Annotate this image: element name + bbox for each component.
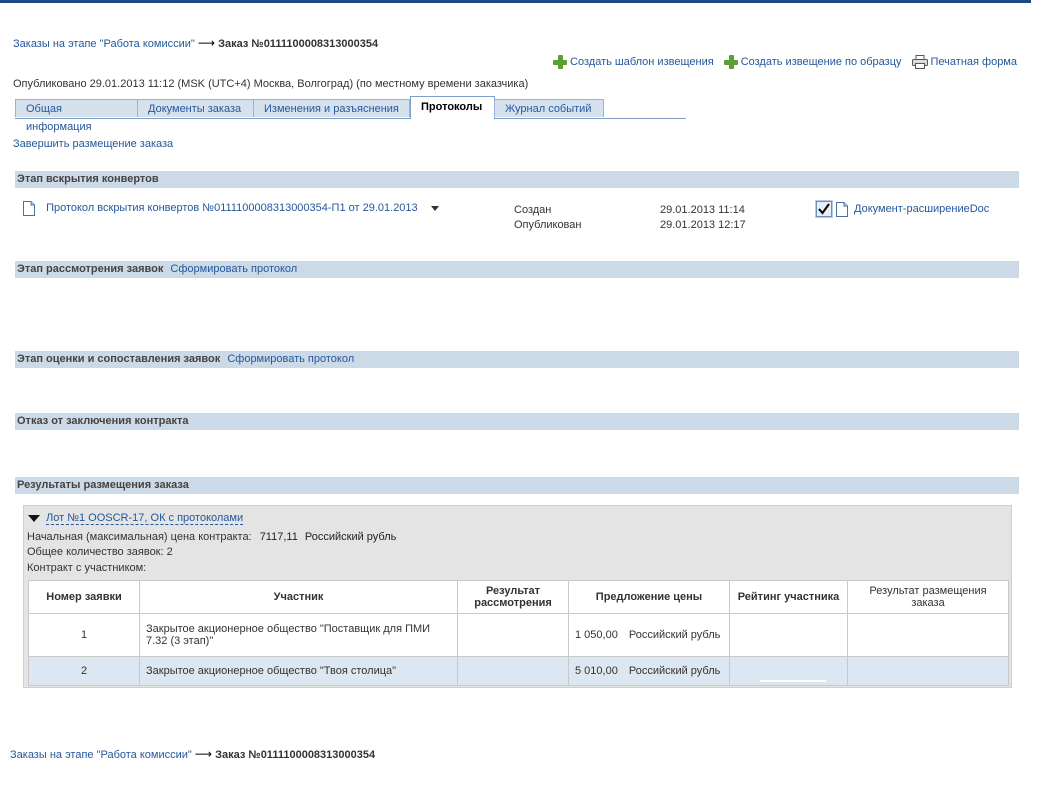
protocol-statuses: Создан Опубликован <box>514 203 581 233</box>
section-results: Результаты размещения заказа <box>15 477 1019 494</box>
date-published: 29.01.2013 12:17 <box>660 219 746 231</box>
tab-changes[interactable]: Изменения и разъяснения <box>253 99 410 117</box>
tab-general[interactable]: Общая информация <box>15 99 138 133</box>
section-review-title: Этап рассмотрения заявок <box>17 263 164 275</box>
price-offer: 5 010,00 Российский рубль <box>568 656 730 686</box>
col-participant: Участник <box>139 580 458 614</box>
chevron-down-icon[interactable] <box>430 206 439 212</box>
form-protocol-review-link[interactable]: Сформировать протокол <box>170 263 297 275</box>
status-created: Создан <box>514 204 552 216</box>
lot-panel: Лот №1 OOSCR-17, ОК с протоколами Началь… <box>23 505 1012 688</box>
col-application-number: Номер заявки <box>28 580 140 614</box>
footer-breadcrumb-arrow: ⟶ <box>194 747 213 761</box>
rating-input-line[interactable] <box>760 680 826 682</box>
application-number: 1 <box>28 613 140 657</box>
toolbar: Создать шаблон извещения Создать извещен… <box>553 55 1017 69</box>
price-currency: Российский рубль <box>628 629 721 641</box>
lot-contract-label: Контракт с участником: <box>27 562 147 574</box>
attachment-link[interactable]: Документ-расширениеDoc <box>854 203 989 215</box>
published-info: Опубликовано 29.01.2013 11:12 (MSK (UTC+… <box>13 78 529 90</box>
tab-bar: Общая информация Документы заказа Измене… <box>15 96 686 133</box>
section-review: Этап рассмотрения заявок Сформировать пр… <box>15 261 1019 278</box>
col-review-result: Результат рассмотрения <box>457 580 569 614</box>
review-result <box>457 613 569 657</box>
breadcrumb-arrow: ⟶ <box>197 36 216 50</box>
attachment: Документ-расширениеDoc <box>815 200 989 218</box>
lot-total-applications: Общее количество заявок: 2 <box>27 546 173 558</box>
status-published: Опубликован <box>514 219 582 231</box>
create-template-label[interactable]: Создать шаблон извещения <box>570 56 714 68</box>
price-offer: 1 050,00 Российский рубль <box>568 613 730 657</box>
review-result <box>457 656 569 686</box>
create-by-sample-label[interactable]: Создать извещение по образцу <box>741 56 902 68</box>
section-refusal: Отказ от заключения контракта <box>15 413 1019 430</box>
create-template-button[interactable]: Создать шаблон извещения <box>553 55 714 69</box>
lot-header[interactable]: Лот №1 OOSCR-17, ОК с протоколами <box>28 512 244 525</box>
section-refusal-title: Отказ от заключения контракта <box>17 415 189 427</box>
footer-breadcrumb-current: Заказ №0111100008313000354 <box>215 749 376 761</box>
tab-protocols[interactable]: Протоколы <box>410 96 495 119</box>
complete-placement-link[interactable]: Завершить размещение заказа <box>13 138 173 150</box>
plus-icon <box>723 55 738 69</box>
tab-events[interactable]: Журнал событий <box>494 99 604 117</box>
collapse-triangle-icon[interactable] <box>28 515 40 522</box>
print-form-label[interactable]: Печатная форма <box>931 56 1017 68</box>
document-icon <box>23 201 35 216</box>
rating[interactable] <box>729 656 848 686</box>
table-header-row: Номер заявки Участник Результат рассмотр… <box>28 580 1009 614</box>
section-opening-title: Этап вскрытия конвертов <box>17 173 159 185</box>
date-created: 29.01.2013 11:14 <box>660 204 745 216</box>
participant-name: Закрытое акционерное общество "Твоя стол… <box>139 656 458 686</box>
breadcrumb-link[interactable]: Заказы на этапе "Работа комиссии" <box>13 38 195 50</box>
col-placement-result: Результат размещения заказа <box>847 580 1009 614</box>
check-icon <box>818 203 830 215</box>
price-value: 1 050,00 <box>575 629 618 641</box>
lot-price-label: Начальная (максимальная) цена контракта: <box>27 531 252 543</box>
lot-title[interactable]: Лот №1 OOSCR-17, ОК с протоколами <box>46 512 244 525</box>
printer-icon <box>911 55 928 69</box>
placement-result <box>847 656 1009 686</box>
section-evaluation-title: Этап оценки и сопоставления заявок <box>17 353 221 365</box>
placement-result <box>847 613 1009 657</box>
section-results-title: Результаты размещения заказа <box>17 479 189 491</box>
rating <box>729 613 848 657</box>
lot-price: Начальная (максимальная) цена контракта:… <box>27 531 396 543</box>
lot-price-value: 7117,11 <box>259 531 298 543</box>
results-table: Номер заявки Участник Результат рассмотр… <box>28 580 1009 686</box>
top-border <box>0 0 1031 3</box>
col-rating: Рейтинг участника <box>729 580 848 614</box>
signature-checkbox[interactable] <box>815 200 833 218</box>
breadcrumb-current: Заказ №0111100008313000354 <box>218 38 379 50</box>
plus-icon <box>553 55 568 69</box>
footer-breadcrumb-link[interactable]: Заказы на этапе "Работа комиссии" <box>10 749 192 761</box>
price-value: 5 010,00 <box>575 665 618 677</box>
col-price-offer: Предложение цены <box>568 580 730 614</box>
protocol-dates: 29.01.2013 11:14 29.01.2013 12:17 <box>660 203 746 233</box>
table-row: 2 Закрытое акционерное общество "Твоя ст… <box>28 656 1009 686</box>
section-opening: Этап вскрытия конвертов <box>15 171 1019 188</box>
tab-documents[interactable]: Документы заказа <box>137 99 254 117</box>
application-number: 2 <box>28 656 140 686</box>
price-currency: Российский рубль <box>628 665 721 677</box>
participant-name: Закрытое акционерное общество "Поставщик… <box>139 613 458 657</box>
lot-price-currency: Российский рубль <box>304 531 397 543</box>
footer-breadcrumb: Заказы на этапе "Работа комиссии" ⟶ Зака… <box>10 747 375 761</box>
create-by-sample-button[interactable]: Создать извещение по образцу <box>723 55 902 69</box>
protocol-row: Протокол вскрытия конвертов №01111000083… <box>23 201 439 216</box>
section-evaluation: Этап оценки и сопоставления заявок Сформ… <box>15 351 1019 368</box>
breadcrumb: Заказы на этапе "Работа комиссии" ⟶ Зака… <box>13 36 378 50</box>
print-form-button[interactable]: Печатная форма <box>911 55 1017 69</box>
protocol-link[interactable]: Протокол вскрытия конвертов №01111000083… <box>46 202 418 214</box>
document-icon <box>836 201 848 217</box>
form-protocol-evaluation-link[interactable]: Сформировать протокол <box>227 353 354 365</box>
table-row: 1 Закрытое акционерное общество "Поставщ… <box>28 613 1009 657</box>
